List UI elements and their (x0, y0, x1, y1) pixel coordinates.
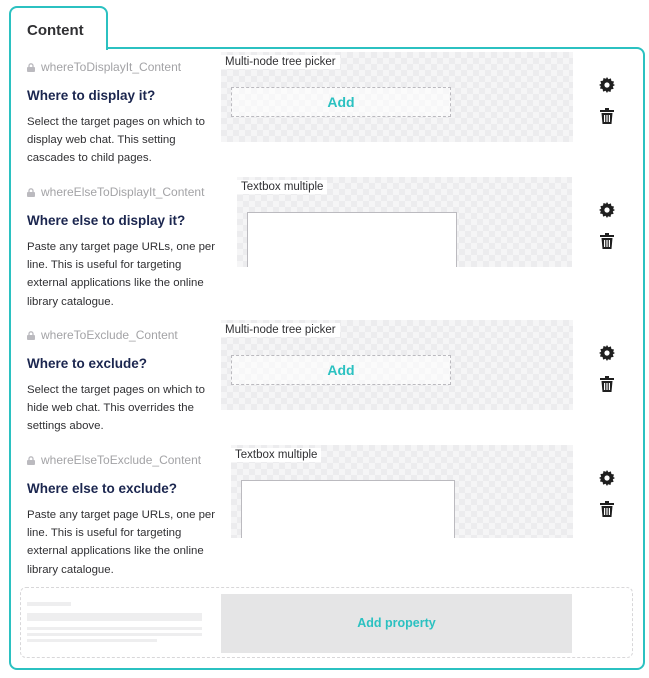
add-property-area[interactable]: Add property (20, 587, 633, 658)
tab-content[interactable]: Content (9, 6, 108, 50)
gear-icon[interactable] (599, 345, 615, 361)
property-alias: whereElseToExclude_Content (27, 453, 201, 467)
trash-icon[interactable] (600, 376, 614, 392)
property-label: Where to exclude? (27, 356, 148, 371)
lock-icon[interactable] (27, 188, 35, 197)
textbox-multiple-field[interactable] (241, 480, 455, 538)
property-description: Select the target pages on which to disp… (27, 116, 205, 165)
editor-preview[interactable]: Multi-node tree picker Add (221, 320, 573, 410)
property-alias-text: whereElseToDisplayIt_Content (41, 185, 205, 199)
editor-name: Textbox multiple (231, 448, 322, 462)
tab-joint (11, 46, 106, 50)
editor-name: Multi-node tree picker (221, 323, 340, 337)
lock-icon[interactable] (27, 63, 35, 72)
property-alias-text: whereToExclude_Content (41, 328, 178, 342)
editor-name: Multi-node tree picker (221, 55, 340, 69)
property-alias: whereToDisplayIt_Content (27, 60, 181, 74)
property-description: Select the target pages on which to hide… (27, 384, 205, 433)
gear-icon[interactable] (599, 77, 615, 93)
property-alias: whereToExclude_Content (27, 328, 178, 342)
lock-icon[interactable] (27, 456, 35, 465)
trash-icon[interactable] (600, 233, 614, 249)
property-alias-text: whereToDisplayIt_Content (41, 60, 182, 74)
gear-icon[interactable] (599, 470, 615, 486)
add-button[interactable]: Add (231, 87, 451, 117)
property-alias: whereElseToDisplayIt_Content (27, 185, 204, 199)
placeholder-line (27, 627, 202, 630)
property-description: Paste any target page URLs, one per line… (27, 509, 216, 576)
trash-icon[interactable] (600, 501, 614, 517)
textbox-multiple-field[interactable] (247, 212, 457, 267)
gear-icon[interactable] (599, 202, 615, 218)
property-label: Where to display it? (27, 88, 156, 103)
placeholder-line (27, 602, 71, 606)
add-button[interactable]: Add (231, 355, 451, 385)
tab-label: Content (27, 22, 84, 39)
editor-preview[interactable]: Multi-node tree picker Add (221, 52, 573, 142)
editor-preview[interactable]: Textbox multiple (237, 177, 572, 267)
placeholder-line (27, 639, 157, 642)
trash-icon[interactable] (600, 108, 614, 124)
placeholder-line (27, 613, 202, 621)
editor-name: Textbox multiple (237, 180, 328, 194)
property-label: Where else to exclude? (27, 481, 178, 496)
property-label: Where else to display it? (27, 213, 186, 228)
lock-icon[interactable] (27, 331, 35, 340)
placeholder-line (27, 633, 202, 636)
property-description: Paste any target page URLs, one per line… (27, 241, 216, 308)
editor-preview[interactable]: Textbox multiple (231, 445, 573, 538)
property-alias-text: whereElseToExclude_Content (41, 453, 202, 467)
add-property-button[interactable]: Add property (221, 594, 572, 653)
